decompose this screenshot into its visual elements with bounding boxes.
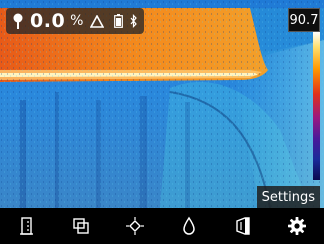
battery-icon xyxy=(114,14,124,28)
spot-target-icon xyxy=(126,217,144,235)
bottom-toolbar xyxy=(0,208,324,244)
moisture-button[interactable] xyxy=(169,210,209,242)
reading-value: 0.0 xyxy=(30,10,66,32)
color-scale-bar xyxy=(313,32,320,180)
wall-material-button[interactable] xyxy=(223,210,263,242)
spot-target-button[interactable] xyxy=(115,210,155,242)
measurement-readout: 0.0 % xyxy=(6,8,145,34)
image-overlay-icon xyxy=(73,218,89,234)
settings-button[interactable]: Settings xyxy=(256,186,320,208)
wall-material-icon xyxy=(236,217,250,235)
gear-icon xyxy=(288,217,306,235)
gear-button[interactable] xyxy=(277,210,317,242)
delta-icon xyxy=(90,14,105,28)
door-frame-icon xyxy=(20,217,33,235)
probe-icon xyxy=(13,13,23,29)
bluetooth-icon xyxy=(131,14,138,28)
image-overlay-button[interactable] xyxy=(61,210,101,242)
door-frame-button[interactable] xyxy=(7,210,47,242)
droplet-icon xyxy=(183,216,195,235)
thermal-screen: 0.0 % 90.7 Settings xyxy=(0,0,324,244)
reading-unit: % xyxy=(70,13,84,29)
scale-max-value: 90.7 xyxy=(288,8,320,32)
